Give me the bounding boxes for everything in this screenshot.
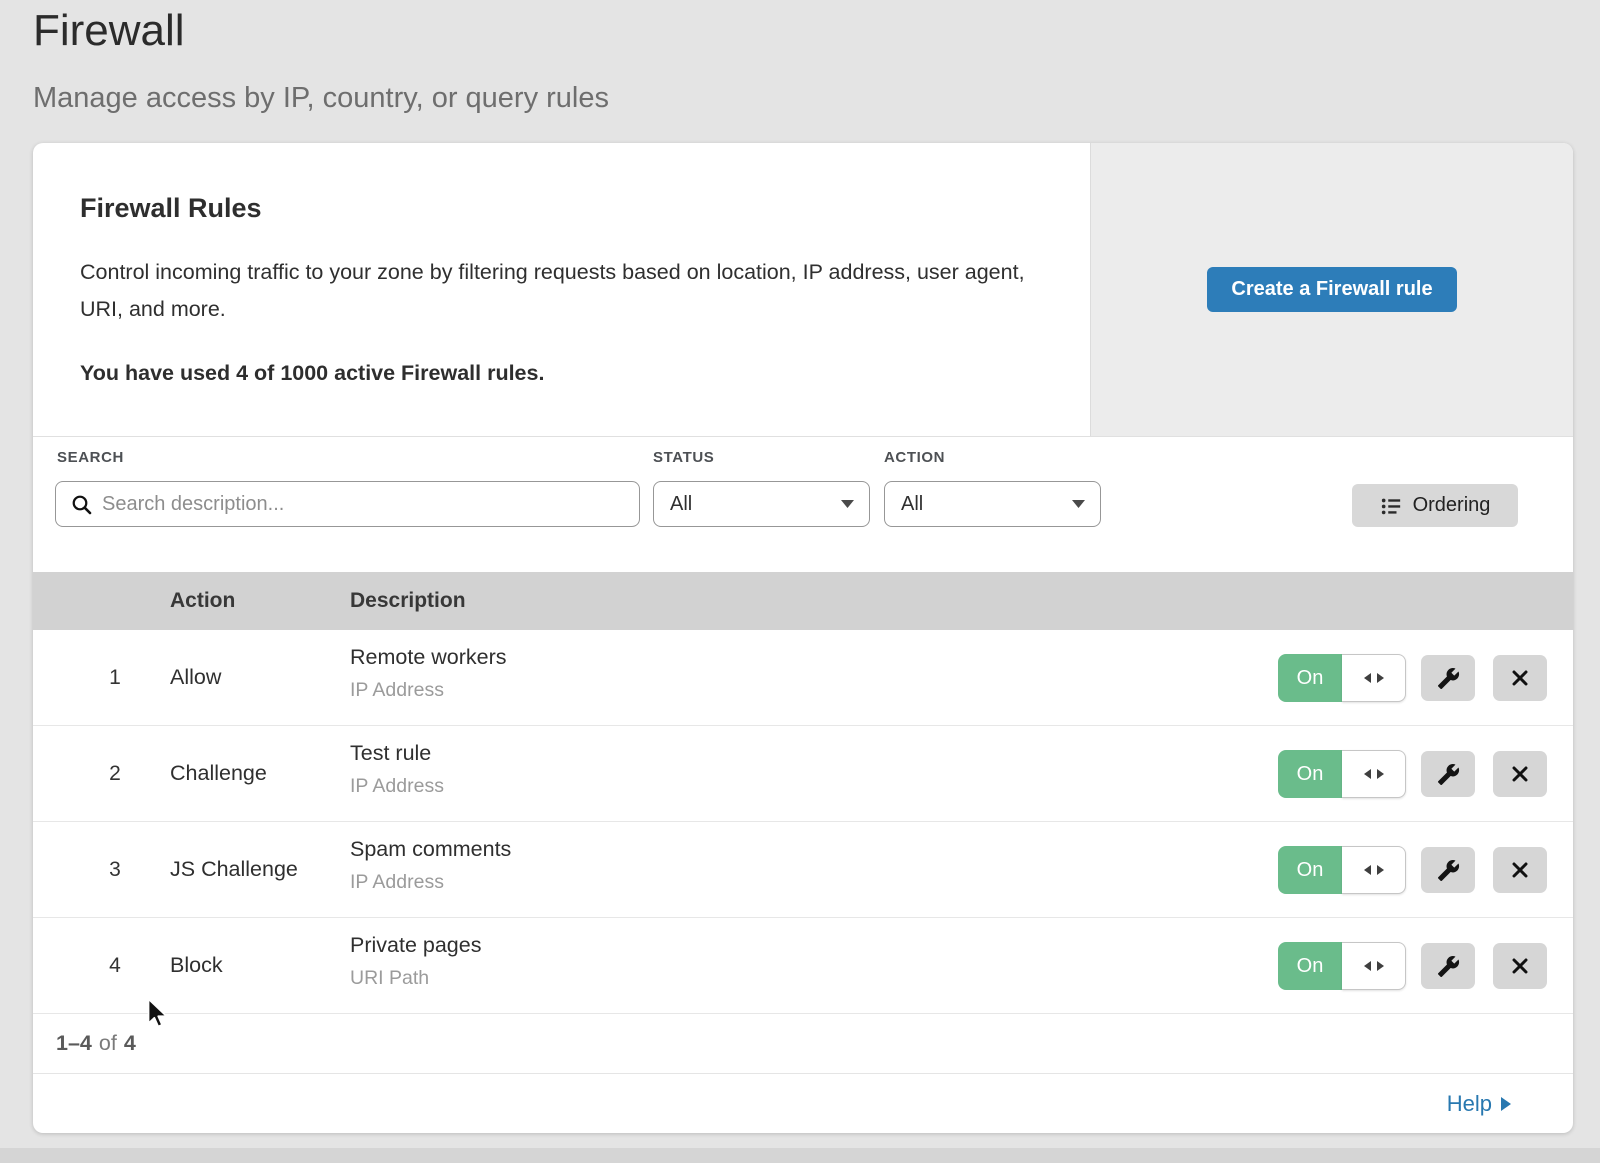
rule-description-cell: Test rule IP Address [350,741,444,798]
column-action: Action [170,572,235,630]
rule-description-cell: Private pages URI Path [350,933,481,990]
help-link[interactable]: Help [1447,1091,1511,1117]
rule-description: Remote workers [350,645,507,670]
rule-match-type: IP Address [350,679,507,702]
range-start: 1–4 [56,1031,92,1056]
wrench-icon [1437,667,1460,690]
list-ordering-icon [1380,495,1402,517]
rule-action: Challenge [170,726,267,821]
rules-description: Control incoming traffic to your zone by… [80,254,1030,328]
search-field-wrap [55,481,640,527]
create-firewall-rule-button[interactable]: Create a Firewall rule [1207,267,1457,312]
rules-table-body: 1 Allow Remote workers IP Address On [33,630,1573,1014]
rules-usage-count: You have used 4 of 1000 active Firewall … [80,361,1050,386]
toggle-handle[interactable] [1342,750,1406,798]
table-row: 3 JS Challenge Spam comments IP Address … [33,822,1573,918]
rule-enabled-toggle[interactable]: On [1278,942,1406,990]
rule-priority: 4 [93,918,137,1013]
toggle-handle[interactable] [1342,846,1406,894]
help-link-label: Help [1447,1091,1492,1117]
wrench-icon [1437,763,1460,786]
edit-rule-button[interactable] [1421,751,1475,797]
left-right-arrows-icon [1363,864,1385,876]
edit-rule-button[interactable] [1421,655,1475,701]
x-icon [1510,668,1530,688]
delete-rule-button[interactable] [1493,655,1547,701]
card-footer: Help [33,1074,1573,1133]
page-subtitle: Manage access by IP, country, or query r… [33,82,609,115]
rule-match-type: IP Address [350,775,444,798]
status-select[interactable]: All [653,481,870,527]
action-selected-value: All [901,493,923,516]
wrench-icon [1437,955,1460,978]
table-row: 1 Allow Remote workers IP Address On [33,630,1573,726]
rule-description-cell: Remote workers IP Address [350,645,507,702]
rules-intro-text: Firewall Rules Control incoming traffic … [33,143,1090,436]
x-icon [1510,860,1530,880]
toggle-handle[interactable] [1342,942,1406,990]
arrow-right-icon [1501,1097,1511,1111]
x-icon [1510,764,1530,784]
edit-rule-button[interactable] [1421,847,1475,893]
rule-enabled-toggle[interactable]: On [1278,654,1406,702]
create-rule-panel: Create a Firewall rule [1090,143,1573,436]
chevron-down-icon [841,500,854,508]
left-right-arrows-icon [1363,960,1385,972]
firewall-rules-card: Firewall Rules Control incoming traffic … [33,143,1573,1133]
status-label: STATUS [653,449,714,466]
rule-description: Spam comments [350,837,511,862]
rule-priority: 3 [93,822,137,917]
edit-rule-button[interactable] [1421,943,1475,989]
search-input[interactable] [55,481,640,527]
rule-action: JS Challenge [170,822,298,917]
rules-heading: Firewall Rules [80,193,1050,224]
toggle-on-label: On [1278,942,1342,990]
wrench-icon [1437,859,1460,882]
range-of: of [99,1031,117,1056]
table-header: Action Description [33,572,1573,630]
page-header: Firewall Manage access by IP, country, o… [33,6,609,115]
column-description: Description [350,572,466,630]
table-row: 2 Challenge Test rule IP Address On [33,726,1573,822]
page-bottom-strip [0,1148,1600,1163]
ordering-button-label: Ordering [1413,494,1491,517]
rule-priority: 1 [93,630,137,725]
chevron-down-icon [1072,500,1085,508]
rule-action: Allow [170,630,221,725]
rule-description: Private pages [350,933,481,958]
rule-priority: 2 [93,726,137,821]
status-selected-value: All [670,493,692,516]
rule-match-type: IP Address [350,871,511,894]
action-select[interactable]: All [884,481,1101,527]
toggle-handle[interactable] [1342,654,1406,702]
left-right-arrows-icon [1363,768,1385,780]
x-icon [1510,956,1530,976]
rule-action: Block [170,918,223,1013]
toggle-on-label: On [1278,846,1342,894]
delete-rule-button[interactable] [1493,943,1547,989]
rule-description: Test rule [350,741,444,766]
delete-rule-button[interactable] [1493,847,1547,893]
rules-intro-section: Firewall Rules Control incoming traffic … [33,143,1573,437]
table-row: 4 Block Private pages URI Path On [33,918,1573,1014]
search-label: SEARCH [57,449,124,466]
search-icon [70,493,94,517]
toggle-on-label: On [1278,654,1342,702]
left-right-arrows-icon [1363,672,1385,684]
action-label: ACTION [884,449,945,466]
ordering-button[interactable]: Ordering [1352,484,1518,527]
rule-enabled-toggle[interactable]: On [1278,846,1406,894]
pagination-summary: 1–4 of 4 [33,1014,1573,1074]
rule-enabled-toggle[interactable]: On [1278,750,1406,798]
range-total: 4 [124,1031,136,1056]
page-title: Firewall [33,6,609,56]
firewall-page: { "page": { "title": "Firewall", "subtit… [0,0,1600,1163]
rule-match-type: URI Path [350,967,481,990]
toggle-on-label: On [1278,750,1342,798]
rule-description-cell: Spam comments IP Address [350,837,511,894]
delete-rule-button[interactable] [1493,751,1547,797]
